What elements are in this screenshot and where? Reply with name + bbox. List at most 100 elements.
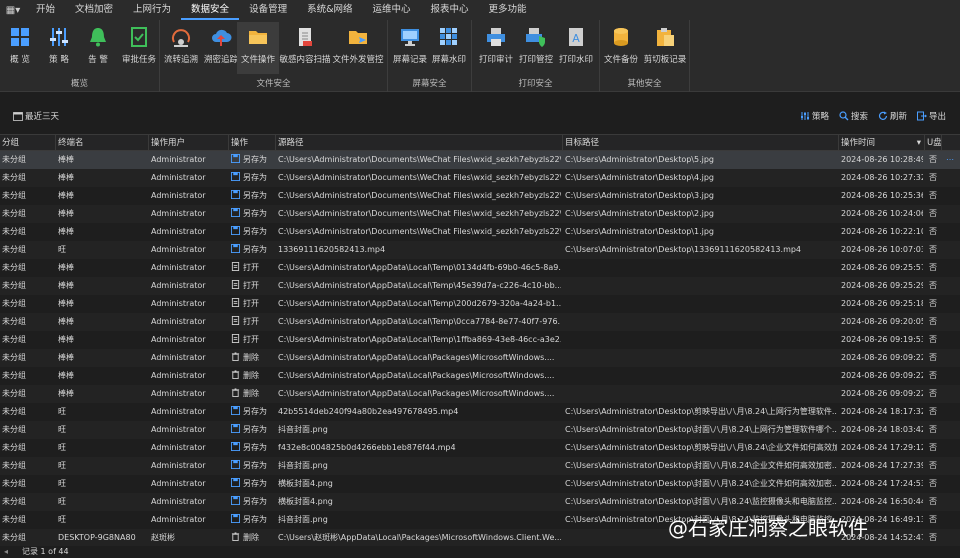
table-row[interactable]: 未分组 棒棒 Administrator 另存为 C:\Users\Administra… bbox=[0, 151, 960, 169]
table-cell: 另存为 bbox=[231, 511, 274, 529]
menu-item-4[interactable]: 设备管理 bbox=[239, 0, 297, 20]
ribbon-button-3-0[interactable]: 打印审计 bbox=[474, 22, 518, 74]
table-row[interactable]: 未分组 旺 Administrator 另存为 横板封面4.png C:\Users\Ad… bbox=[0, 493, 960, 511]
menu-bar: ▦▾ 开始 文档加密 上网行为 数据安全 设备管理 系统&网络 运维中心 报表中心 更多功能 bbox=[0, 0, 960, 20]
table-cell: C:\Users\Administrator\Documents\WeChat … bbox=[278, 227, 561, 236]
search-button[interactable]: 搜索 bbox=[839, 110, 868, 122]
table-cell: 2024-08-26 10:24:06 bbox=[841, 209, 923, 218]
ribbon-button-0-3[interactable]: 审批任务 bbox=[117, 22, 161, 74]
table-row[interactable]: 未分组 棒棒 Administrator 另存为 C:\Users\Administra… bbox=[0, 169, 960, 187]
prev-page-icon[interactable]: ◂ bbox=[4, 546, 8, 558]
menu-item-6[interactable]: 运维中心 bbox=[363, 0, 421, 20]
column-header[interactable]: U盘 bbox=[925, 135, 942, 151]
table-row[interactable]: 未分组 旺 Administrator 另存为 抖音封面.png C:\Users\Adm… bbox=[0, 457, 960, 475]
menu-item-5[interactable]: 系统&网络 bbox=[297, 0, 362, 20]
table-cell: 棒棒 bbox=[58, 173, 74, 182]
table-row[interactable]: 未分组 旺 Administrator 另存为 13369111620582413.mp… bbox=[0, 241, 960, 259]
clipboard-icon bbox=[657, 28, 674, 46]
folder-icon bbox=[249, 31, 267, 44]
ribbon-button-3-2[interactable]: A 打印水印 bbox=[554, 22, 598, 74]
search-label: 搜索 bbox=[850, 112, 868, 122]
date-filter-button[interactable]: 最近三天 bbox=[13, 110, 59, 122]
ribbon-button-4-1[interactable]: 剪切板记录 bbox=[638, 22, 692, 74]
table-row[interactable]: 未分组 棒棒 Administrator 打开 C:\Users\Administrat… bbox=[0, 313, 960, 331]
trash-icon bbox=[231, 532, 240, 541]
column-header[interactable]: 操作用户 bbox=[149, 135, 229, 151]
table-cell: 未分组 bbox=[2, 209, 26, 218]
menu-item-8[interactable]: 更多功能 bbox=[479, 0, 537, 20]
table-cell: 棒棒 bbox=[58, 227, 74, 236]
ribbon-button-4-0[interactable]: 文件备份 bbox=[600, 22, 642, 74]
ribbon-button-label: 审批任务 bbox=[121, 55, 156, 65]
ribbon-button-1-3[interactable]: 敏感内容扫描 bbox=[276, 22, 334, 74]
table-row[interactable]: 未分组 旺 Administrator 另存为 抖音封面.png C:\Users\Adm… bbox=[0, 421, 960, 439]
table-cell: 棒棒 bbox=[58, 389, 74, 398]
menu-item-3[interactable]: 数据安全 bbox=[181, 0, 240, 20]
strategy-label: 策略 bbox=[811, 112, 829, 122]
table-cell: 未分组 bbox=[2, 533, 26, 542]
table-cell: 2024-08-24 18:03:42 bbox=[841, 425, 923, 434]
table-row[interactable]: 未分组 棒棒 Administrator 打开 C:\Users\Administrat… bbox=[0, 331, 960, 349]
table-row[interactable]: 未分组 旺 Administrator 另存为 42b5514deb240f94a80b… bbox=[0, 403, 960, 421]
table-cell: f432e8c004825b0d4266ebb1eb876f44.mp4 bbox=[278, 443, 456, 452]
ribbon-button-3-1[interactable]: 打印管控 bbox=[514, 22, 558, 74]
table-cell: 否 bbox=[929, 533, 937, 542]
table-row[interactable]: 未分组 棒棒 Administrator 删除 C:\Users\Administrat… bbox=[0, 349, 960, 367]
menu-item-0[interactable]: 开始 bbox=[26, 0, 65, 20]
column-header[interactable]: 源路径 bbox=[276, 135, 563, 151]
ribbon-button-1-2[interactable]: 文件操作 bbox=[237, 22, 279, 74]
table-row[interactable]: 未分组 棒棒 Administrator 另存为 C:\Users\Administra… bbox=[0, 223, 960, 241]
ribbon-button-1-1[interactable]: 溯密追踪 bbox=[200, 22, 242, 74]
column-header[interactable]: 目标路径 bbox=[563, 135, 839, 151]
table-cell: Administrator bbox=[151, 191, 206, 200]
table-row[interactable]: 未分组 棒棒 Administrator 另存为 C:\Users\Administra… bbox=[0, 205, 960, 223]
more-options-icon[interactable]: ⋯ bbox=[946, 151, 960, 169]
table-row[interactable]: 未分组 棒棒 Administrator 删除 C:\Users\Administrat… bbox=[0, 385, 960, 403]
ribbon-button-2-1[interactable]: 屏幕水印 bbox=[428, 22, 470, 74]
table-cell: C:\Users\Administrator\Desktop\封面\八月\8.2… bbox=[565, 479, 837, 488]
table-cell: 另存为 bbox=[231, 187, 274, 205]
table-cell: C:\Users\Administrator\Desktop\4.jpg bbox=[565, 173, 715, 182]
menu-item-7[interactable]: 报表中心 bbox=[421, 0, 479, 20]
column-header[interactable]: 操作时间 ▾ bbox=[839, 135, 925, 151]
strategy-button[interactable]: 策略 bbox=[800, 110, 829, 122]
table-row[interactable]: 未分组 棒棒 Administrator 打开 C:\Users\Administrat… bbox=[0, 259, 960, 277]
export-label: 导出 bbox=[928, 112, 946, 122]
table-cell: Administrator bbox=[151, 353, 206, 362]
ribbon-button-label: 打印审计 bbox=[478, 55, 513, 65]
open-file-icon bbox=[231, 262, 240, 271]
ribbon-button-0-2[interactable]: 告 警 bbox=[83, 22, 113, 74]
ribbon-button-0-0[interactable]: 概 览 bbox=[5, 22, 35, 74]
ribbon-button-1-4[interactable]: 文件外发管控 bbox=[330, 22, 386, 74]
table-cell: 棒棒 bbox=[58, 155, 74, 164]
table-row[interactable]: 未分组 旺 Administrator 另存为 f432e8c004825b0d4266… bbox=[0, 439, 960, 457]
ribbon-button-1-0[interactable]: 流转追溯 bbox=[161, 22, 201, 74]
table-row[interactable]: 未分组 棒棒 Administrator 打开 C:\Users\Administrat… bbox=[0, 295, 960, 313]
table-cell: C:\Users\Administrator\AppData\Local\Tem… bbox=[278, 263, 561, 272]
table-cell: 另存为 bbox=[231, 151, 274, 169]
table-row[interactable]: 未分组 旺 Administrator 另存为 横板封面4.png C:\Users\Ad… bbox=[0, 475, 960, 493]
column-header[interactable]: 操作 bbox=[229, 135, 276, 151]
column-header[interactable]: 分组 bbox=[0, 135, 56, 151]
menu-item-1[interactable]: 文档加密 bbox=[65, 0, 123, 20]
app-menu-icon[interactable]: ▦▾ bbox=[0, 0, 26, 20]
table-cell: Administrator bbox=[151, 227, 206, 236]
ribbon-button-0-1[interactable]: 策 略 bbox=[44, 22, 74, 74]
ribbon-button-2-0[interactable]: 屏幕记录 bbox=[389, 22, 431, 74]
trash-icon bbox=[231, 388, 240, 397]
refresh-button[interactable]: 刷新 bbox=[878, 110, 907, 122]
table-row[interactable]: 未分组 棒棒 Administrator 打开 C:\Users\Administrat… bbox=[0, 277, 960, 295]
table-cell: 2024-08-24 17:29:12 bbox=[841, 443, 923, 452]
table-cell: 旺 bbox=[58, 245, 66, 254]
save-as-icon bbox=[231, 154, 240, 163]
table-row[interactable]: 未分组 棒棒 Administrator 删除 C:\Users\Administrat… bbox=[0, 367, 960, 385]
table-cell: 另存为 bbox=[231, 475, 274, 493]
table-row[interactable]: 未分组 棒棒 Administrator 另存为 C:\Users\Administra… bbox=[0, 187, 960, 205]
footer: ◂ 记录 1 of 44 bbox=[0, 546, 960, 558]
table-cell: 2024-08-26 09:20:05 bbox=[841, 317, 923, 326]
menu-item-2[interactable]: 上网行为 bbox=[123, 0, 181, 20]
ribbon-button-label: 屏幕记录 bbox=[392, 55, 427, 65]
export-button[interactable]: 导出 bbox=[916, 110, 946, 122]
column-header[interactable]: 终端名 bbox=[56, 135, 149, 151]
table-cell: 未分组 bbox=[2, 461, 26, 470]
